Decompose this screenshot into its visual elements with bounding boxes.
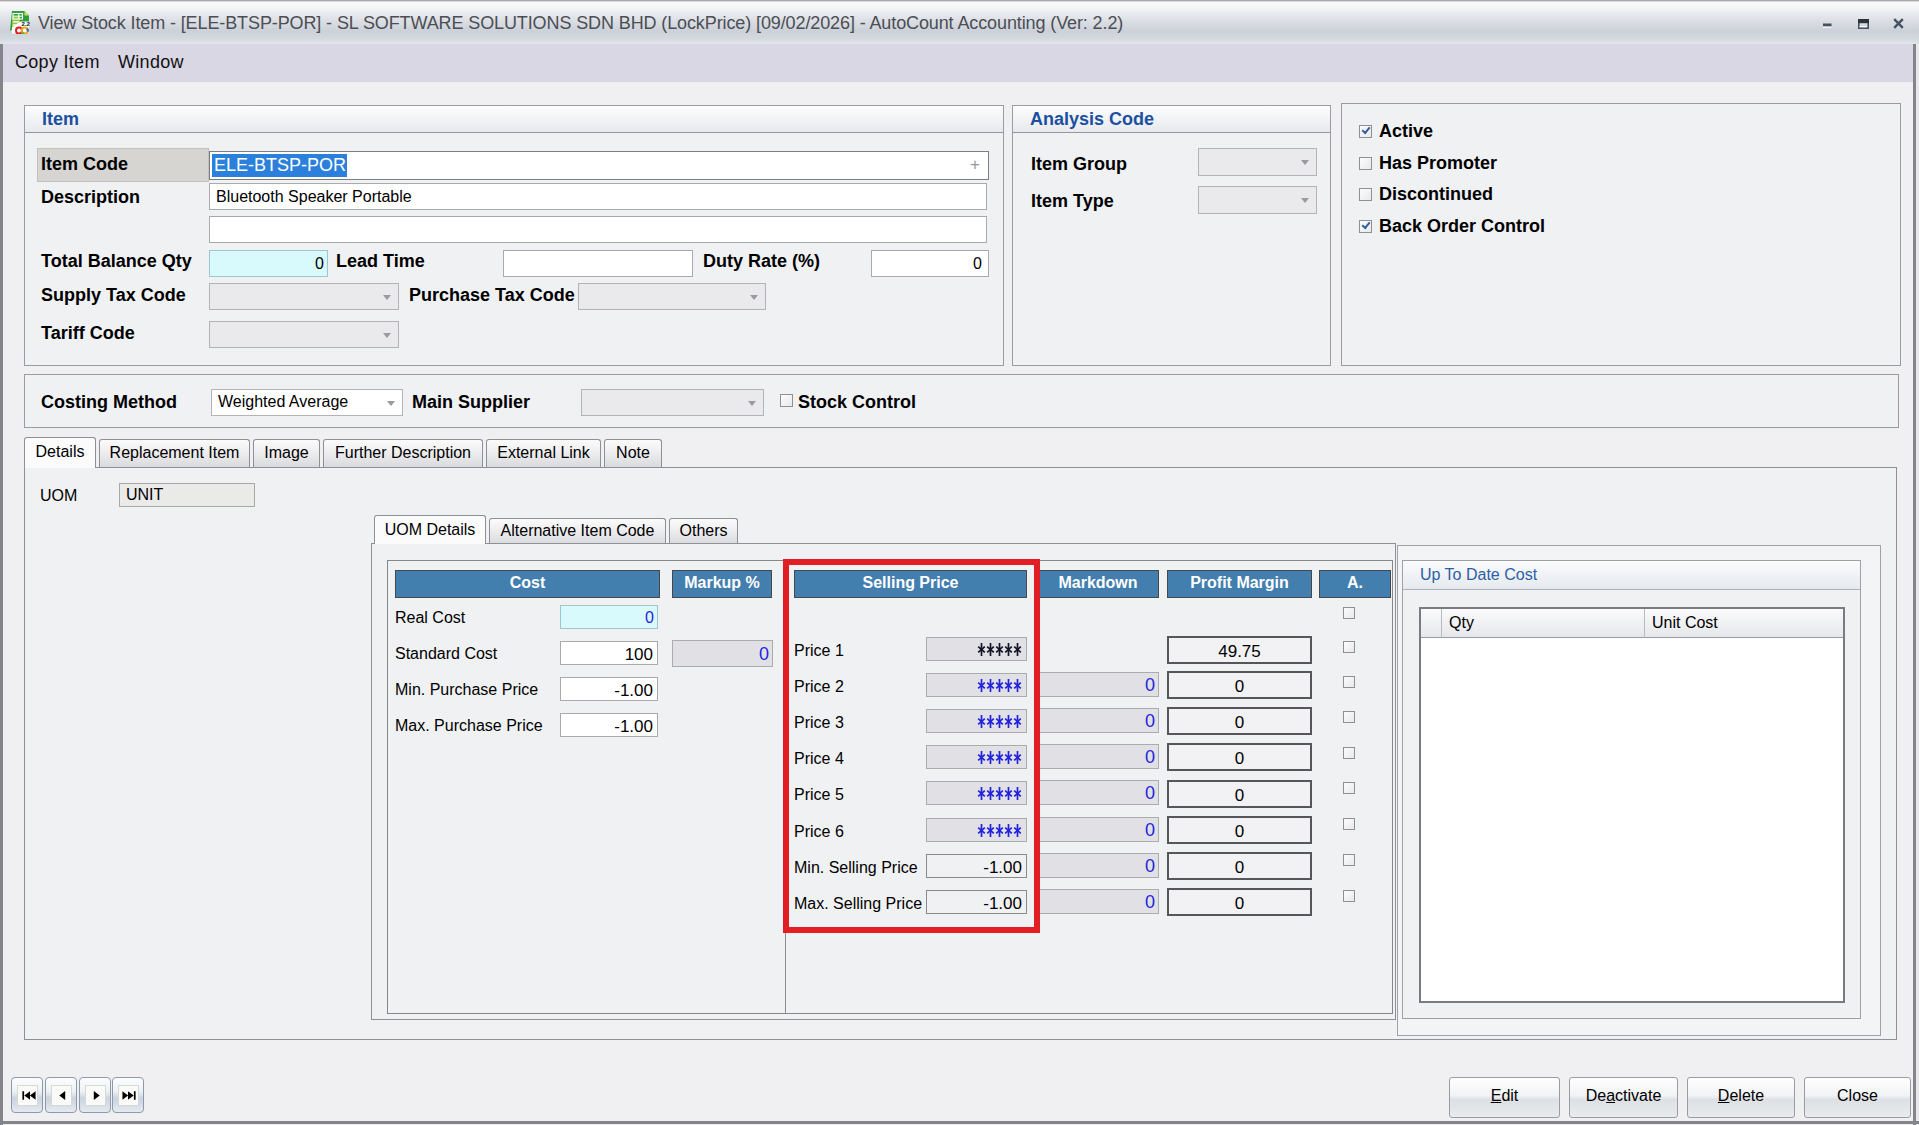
svg-text:2.2: 2.2: [22, 21, 31, 27]
